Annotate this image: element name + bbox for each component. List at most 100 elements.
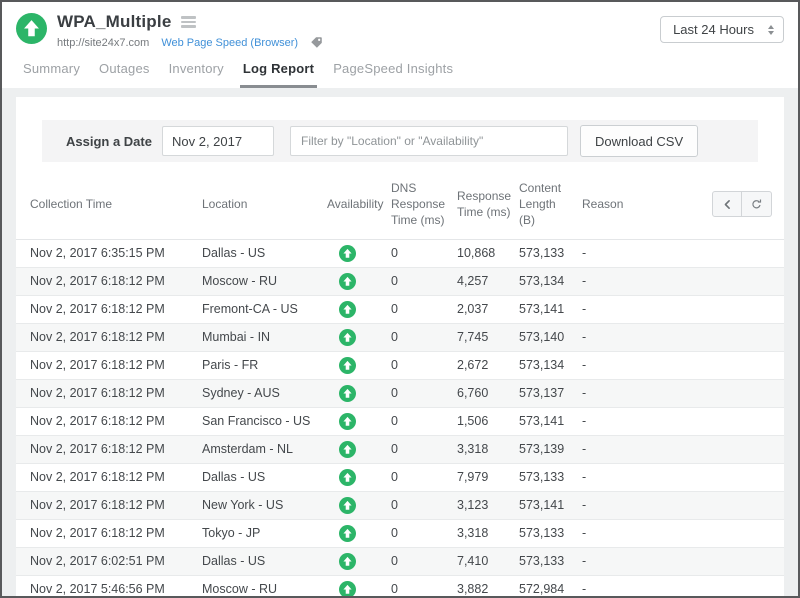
cell-availability — [327, 519, 391, 547]
table-actions — [712, 170, 784, 239]
cell-location: Paris - FR — [202, 351, 327, 379]
cell-location: Amsterdam - NL — [202, 435, 327, 463]
cell-content-length: 573,134 — [519, 351, 582, 379]
filter-bar: Assign a Date Download CSV — [42, 120, 758, 162]
cell-content-length: 573,133 — [519, 239, 582, 267]
table-row[interactable]: Nov 2, 2017 6:18:12 PM Fremont-CA - US 0… — [16, 295, 784, 323]
cell-response-time: 4,257 — [457, 267, 519, 295]
availability-up-icon — [339, 273, 356, 290]
cell-collection-time: Nov 2, 2017 6:18:12 PM — [16, 267, 202, 295]
cell-reason: - — [582, 575, 712, 596]
cell-empty — [712, 267, 784, 295]
cell-reason: - — [582, 407, 712, 435]
cell-reason: - — [582, 323, 712, 351]
cell-response-time: 7,410 — [457, 547, 519, 575]
table-row[interactable]: Nov 2, 2017 6:02:51 PM Dallas - US 0 7,4… — [16, 547, 784, 575]
cell-availability — [327, 295, 391, 323]
table-row[interactable]: Nov 2, 2017 5:46:56 PM Moscow - RU 0 3,8… — [16, 575, 784, 596]
tab-outages[interactable]: Outages — [96, 61, 153, 88]
cell-dns-response-time: 0 — [391, 491, 457, 519]
cell-reason: - — [582, 519, 712, 547]
cell-empty — [712, 239, 784, 267]
time-range-select[interactable]: Last 24 Hours — [660, 16, 784, 43]
cell-response-time: 3,318 — [457, 519, 519, 547]
cell-collection-time: Nov 2, 2017 5:46:56 PM — [16, 575, 202, 596]
cell-content-length: 573,141 — [519, 407, 582, 435]
cell-collection-time: Nov 2, 2017 6:18:12 PM — [16, 323, 202, 351]
cell-empty — [712, 547, 784, 575]
tab-summary[interactable]: Summary — [20, 61, 83, 88]
cell-response-time: 7,979 — [457, 463, 519, 491]
cell-location: San Francisco - US — [202, 407, 327, 435]
cell-empty — [712, 351, 784, 379]
table-row[interactable]: Nov 2, 2017 6:18:12 PM Mumbai - IN 0 7,7… — [16, 323, 784, 351]
cell-reason: - — [582, 379, 712, 407]
tab-log-report[interactable]: Log Report — [240, 61, 317, 88]
col-header-response-time: Response Time (ms) — [457, 170, 519, 239]
availability-up-icon — [339, 245, 356, 262]
cell-dns-response-time: 0 — [391, 323, 457, 351]
availability-up-icon — [339, 553, 356, 570]
cell-dns-response-time: 0 — [391, 407, 457, 435]
cell-empty — [712, 491, 784, 519]
monitor-type-link[interactable]: Web Page Speed (Browser) — [161, 37, 298, 49]
log-table: Collection Time Location Availability DN… — [16, 170, 784, 596]
table-row[interactable]: Nov 2, 2017 6:18:12 PM Moscow - RU 0 4,2… — [16, 267, 784, 295]
cell-collection-time: Nov 2, 2017 6:18:12 PM — [16, 491, 202, 519]
availability-up-icon — [339, 301, 356, 318]
cell-collection-time: Nov 2, 2017 6:18:12 PM — [16, 295, 202, 323]
cell-reason: - — [582, 435, 712, 463]
date-input[interactable] — [162, 126, 274, 156]
col-header-availability: Availability — [327, 170, 391, 239]
table-row[interactable]: Nov 2, 2017 6:18:12 PM Dallas - US 0 7,9… — [16, 463, 784, 491]
cell-dns-response-time: 0 — [391, 295, 457, 323]
cell-dns-response-time: 0 — [391, 435, 457, 463]
chevron-left-icon — [721, 198, 734, 211]
table-row[interactable]: Nov 2, 2017 6:18:12 PM Tokyo - JP 0 3,31… — [16, 519, 784, 547]
cell-dns-response-time: 0 — [391, 379, 457, 407]
collapse-back-button[interactable] — [712, 191, 742, 217]
download-csv-button[interactable]: Download CSV — [580, 125, 698, 157]
cell-location: New York - US — [202, 491, 327, 519]
table-row[interactable]: Nov 2, 2017 6:35:15 PM Dallas - US 0 10,… — [16, 239, 784, 267]
refresh-button[interactable] — [742, 191, 772, 217]
table-row[interactable]: Nov 2, 2017 6:18:12 PM Sydney - AUS 0 6,… — [16, 379, 784, 407]
cell-response-time: 2,672 — [457, 351, 519, 379]
table-row[interactable]: Nov 2, 2017 6:18:12 PM San Francisco - U… — [16, 407, 784, 435]
cell-reason: - — [582, 351, 712, 379]
cell-location: Dallas - US — [202, 547, 327, 575]
availability-up-icon — [339, 441, 356, 458]
time-range-value: Last 24 Hours — [673, 22, 754, 37]
col-header-location: Location — [202, 170, 327, 239]
col-header-collection-time: Collection Time — [16, 170, 202, 239]
log-report-card: Assign a Date Download CSV Collection Ti… — [16, 97, 784, 596]
cell-response-time: 3,318 — [457, 435, 519, 463]
cell-collection-time: Nov 2, 2017 6:02:51 PM — [16, 547, 202, 575]
cell-reason: - — [582, 239, 712, 267]
table-row[interactable]: Nov 2, 2017 6:18:12 PM Amsterdam - NL 0 … — [16, 435, 784, 463]
cell-location: Fremont-CA - US — [202, 295, 327, 323]
hamburger-menu-icon[interactable] — [181, 16, 196, 28]
cell-availability — [327, 575, 391, 596]
availability-up-icon — [339, 525, 356, 542]
assign-date-label: Assign a Date — [66, 134, 152, 149]
availability-up-icon — [339, 329, 356, 346]
filter-input[interactable] — [290, 126, 568, 156]
col-header-dns-response-time: DNS Response Time (ms) — [391, 170, 457, 239]
cell-availability — [327, 267, 391, 295]
cell-dns-response-time: 0 — [391, 239, 457, 267]
tag-icon[interactable] — [310, 36, 323, 49]
availability-up-icon — [339, 581, 356, 596]
table-row[interactable]: Nov 2, 2017 6:18:12 PM New York - US 0 3… — [16, 491, 784, 519]
table-row[interactable]: Nov 2, 2017 6:18:12 PM Paris - FR 0 2,67… — [16, 351, 784, 379]
cell-response-time: 2,037 — [457, 295, 519, 323]
availability-up-icon — [339, 469, 356, 486]
cell-collection-time: Nov 2, 2017 6:18:12 PM — [16, 519, 202, 547]
cell-reason: - — [582, 267, 712, 295]
monitor-url: http://site24x7.com — [57, 37, 149, 49]
tab-inventory[interactable]: Inventory — [166, 61, 227, 88]
select-spinner-icon — [768, 25, 774, 35]
cell-collection-time: Nov 2, 2017 6:18:12 PM — [16, 351, 202, 379]
tab-pagespeed-insights[interactable]: PageSpeed Insights — [330, 61, 456, 88]
cell-collection-time: Nov 2, 2017 6:18:12 PM — [16, 435, 202, 463]
